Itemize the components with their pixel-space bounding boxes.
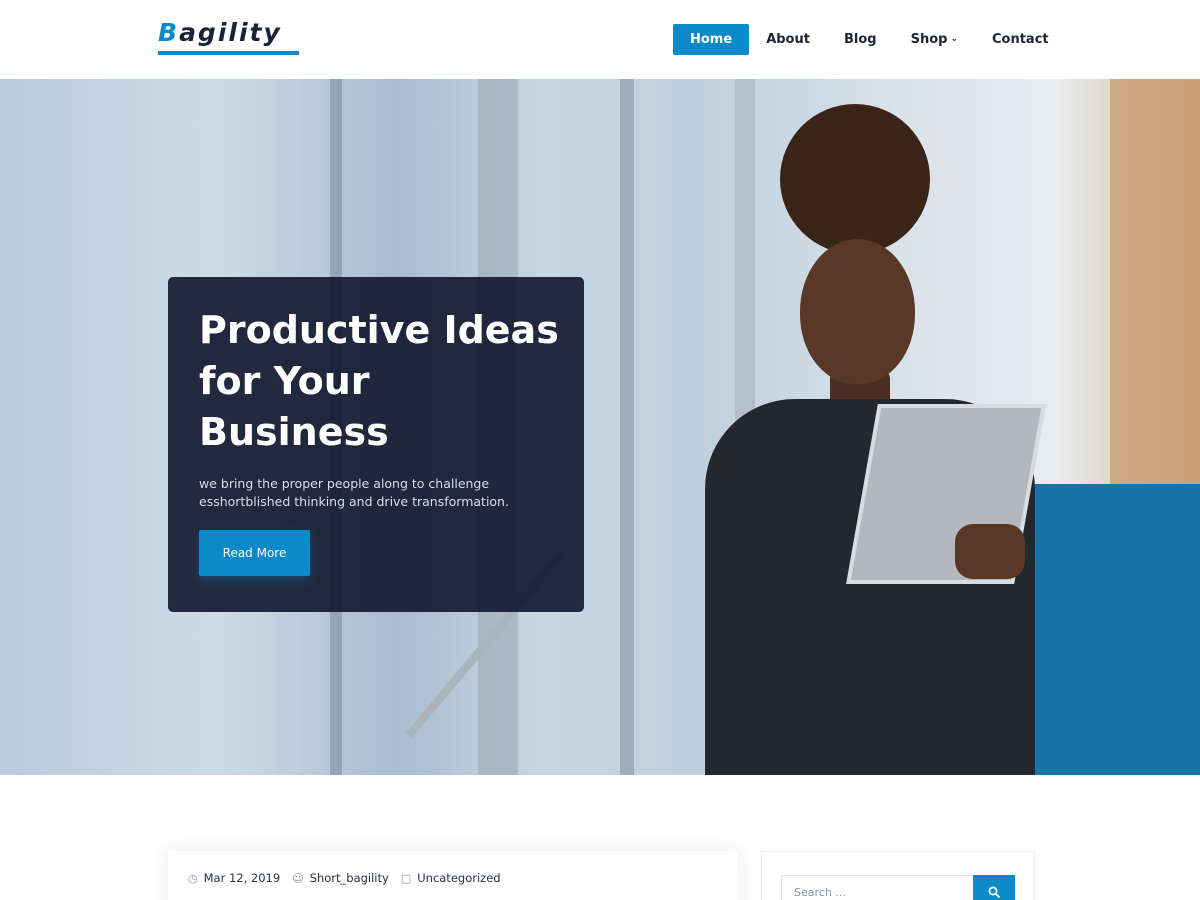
search-icon [988,886,1000,898]
nav-home[interactable]: Home [673,24,750,55]
hero-banner: Productive Ideas for Your Business we br… [0,79,1200,775]
post-date-text: Mar 12, 2019 [203,871,281,885]
nav-contact[interactable]: Contact [975,24,1066,55]
clock-icon: ◷ [188,871,198,885]
site-logo[interactable]: Bagility [158,18,282,47]
nav-about[interactable]: About [749,24,827,55]
post-category-text: Uncategorized [417,871,501,885]
hero-description: we bring the proper people along to chal… [199,476,509,509]
person-hair [780,104,930,254]
chevron-down-icon: ⌄ [950,34,958,44]
background-window-frame [620,79,634,775]
post-category[interactable]: □ Uncategorized [401,871,501,885]
search-button[interactable] [973,875,1015,900]
nav-shop[interactable]: Shop ⌄ [894,24,975,55]
post-author-text: Short_bagility [309,871,389,885]
person-hand [955,524,1025,579]
nav-blog[interactable]: Blog [827,24,894,55]
post-meta: ◷ Mar 12, 2019 ☺ Short_bagility □ Uncate… [188,871,513,885]
nav-about-label: About [766,32,810,47]
post-card: ◷ Mar 12, 2019 ☺ Short_bagility □ Uncate… [168,851,738,900]
logo-text: agility [179,18,282,47]
logo-underline [158,51,299,55]
nav-blog-label: Blog [843,32,877,47]
post-date[interactable]: ◷ Mar 12, 2019 [188,871,280,885]
user-icon: ☺ [292,871,304,885]
post-author[interactable]: ☺ Short_bagility [292,871,389,885]
person-head [800,239,915,384]
main-nav: Home About Blog Shop ⌄ Contact [673,24,1066,55]
sidebar-search-widget: Search ... [761,851,1035,900]
hero-title: Productive Ideas for Your Business [199,308,559,454]
read-more-button[interactable]: Read More [199,530,310,576]
search-input[interactable]: Search ... [781,875,974,900]
folder-icon: □ [400,871,412,885]
nav-home-label: Home [690,32,733,47]
nav-contact-label: Contact [991,32,1049,47]
logo-initial: B [158,18,180,47]
hero-card: Productive Ideas for Your Business we br… [168,277,584,612]
site-header: Bagility Home About Blog Shop ⌄ Contact [0,0,1200,79]
nav-shop-label: Shop [910,32,948,47]
